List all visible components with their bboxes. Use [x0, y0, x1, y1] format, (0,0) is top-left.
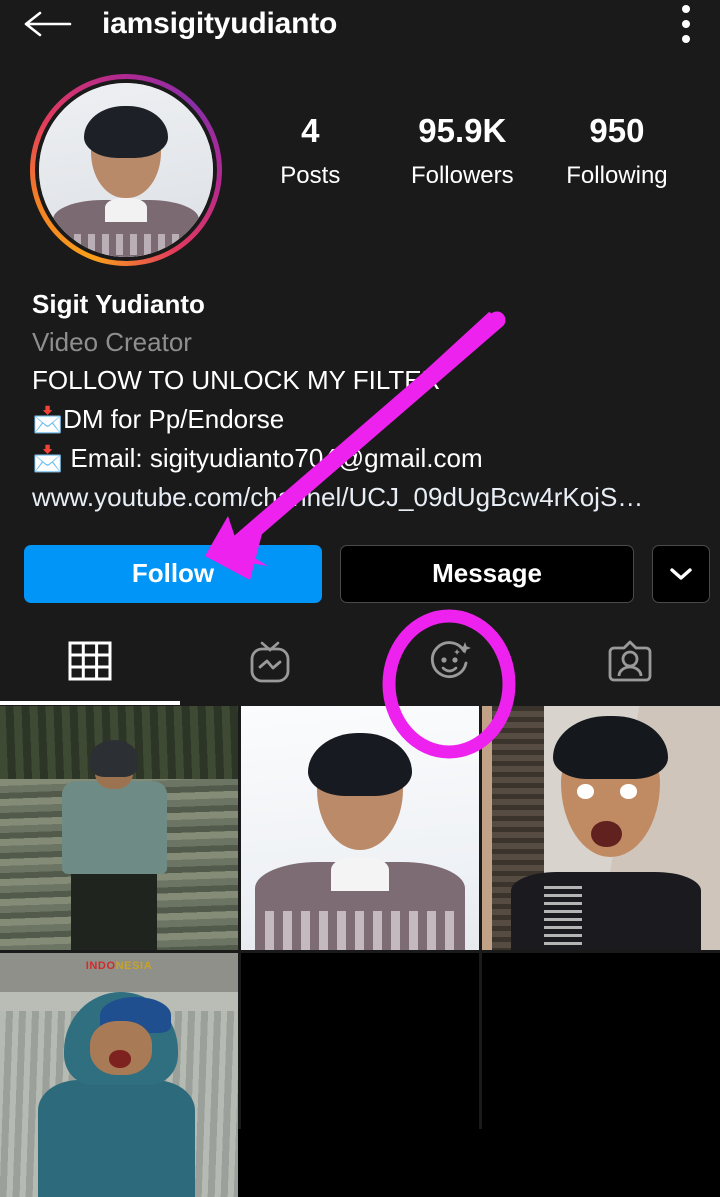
grid-empty-slot	[241, 952, 479, 1197]
page-title: iamsigityudianto	[102, 7, 338, 40]
follow-button[interactable]: Follow	[24, 544, 322, 603]
posts-grid: INDONESIA	[0, 705, 720, 1197]
grid-post-4[interactable]: INDONESIA	[0, 952, 238, 1197]
stat-followers[interactable]: 95.9K Followers	[411, 112, 514, 190]
tab-tagged[interactable]	[540, 627, 720, 705]
profile-stats: 4 Posts 95.9K Followers 950 Following	[222, 74, 720, 190]
bio-text: DM for Pp/Endorse	[63, 404, 285, 435]
following-count: 950	[589, 112, 645, 149]
igtv-icon	[244, 634, 296, 693]
grid-empty-slot	[482, 952, 720, 1197]
bio-line: FOLLOW TO UNLOCK MY FILTER	[32, 361, 690, 400]
tab-effects[interactable]	[360, 627, 540, 705]
inbox-tray-icon: 📩	[32, 406, 64, 435]
bio-text: FOLLOW TO UNLOCK MY FILTER	[32, 365, 441, 396]
top-app-bar: iamsigityudianto	[0, 0, 720, 48]
tab-grid[interactable]	[0, 627, 180, 705]
overflow-menu-icon[interactable]	[682, 5, 690, 43]
posts-label: Posts	[280, 161, 341, 189]
followers-count: 95.9K	[418, 112, 507, 149]
profile-header: 4 Posts 95.9K Followers 950 Following	[0, 48, 720, 266]
grid-post-1[interactable]	[0, 705, 238, 950]
effects-face-icon	[422, 633, 478, 694]
bio-text: Email: sigityudianto704@gmail.com	[63, 443, 483, 474]
bio-line: 📩DM for Pp/Endorse	[32, 400, 690, 439]
watermark-prefix: INDO	[85, 960, 116, 973]
grid-post-3[interactable]	[482, 705, 720, 950]
website-link[interactable]: www.youtube.com/channel/UCJ_09dUgBcw4rKo…	[32, 478, 690, 516]
back-arrow-icon[interactable]	[22, 4, 74, 44]
profile-tabs	[0, 627, 720, 705]
tab-igtv[interactable]	[180, 627, 360, 705]
bio-line: 📩 Email: sigityudianto704@gmail.com	[32, 439, 690, 478]
avatar-image	[35, 79, 217, 261]
grid-icon	[65, 636, 115, 691]
posts-count: 4	[301, 112, 320, 149]
following-label: Following	[566, 161, 668, 189]
post-watermark: INDONESIA	[0, 960, 238, 972]
tagged-person-icon	[604, 635, 656, 692]
profile-bio: Sigit Yudianto Video Creator FOLLOW TO U…	[0, 266, 720, 517]
watermark-suffix: NESIA	[115, 960, 153, 973]
stat-posts[interactable]: 4 Posts	[262, 112, 358, 190]
account-category: Video Creator	[32, 326, 192, 357]
full-name: Sigit Yudianto	[32, 289, 205, 319]
avatar[interactable]	[30, 74, 222, 266]
inbox-tray-icon: 📩	[32, 445, 64, 474]
grid-post-2[interactable]	[241, 705, 479, 950]
stat-following[interactable]: 950 Following	[566, 112, 667, 190]
message-button[interactable]: Message	[340, 544, 634, 603]
followers-label: Followers	[410, 161, 514, 189]
chevron-down-icon[interactable]	[652, 544, 710, 603]
profile-actions: Follow Message	[0, 517, 720, 603]
